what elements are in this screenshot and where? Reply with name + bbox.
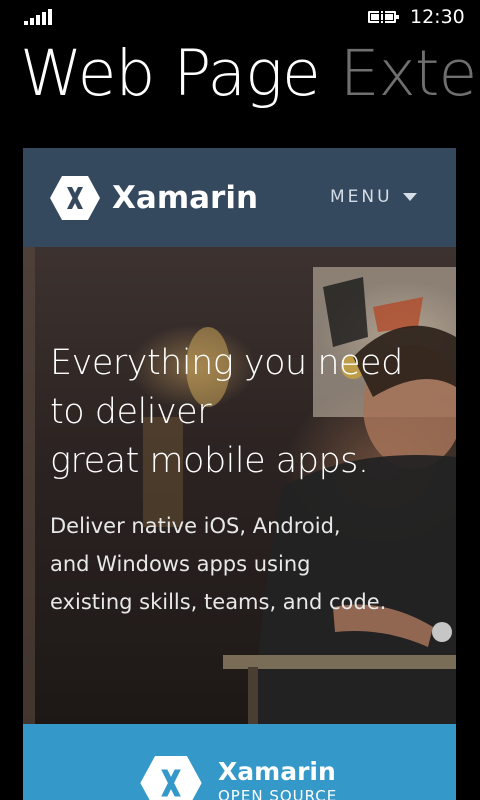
hero-title-line: Everything you need [50,343,403,383]
pivot-tab-web-page[interactable]: Web Page [20,36,321,112]
pivot-header: Web PageExtern [20,36,480,116]
phone-screen: 12:30 Web PageExtern Xamarin MENU [0,0,480,800]
menu-label: MENU [330,187,393,207]
hero-subtitle-line: and Windows apps using [50,552,311,576]
status-clock: 12:30 [410,6,465,28]
open-source-label: OPEN SOURCE [218,787,338,800]
pivot-tab-external[interactable]: Extern [340,36,480,112]
xamarin-hexagon-icon [50,176,100,220]
hero-subtitle-line: Deliver native iOS, Android, [50,514,341,538]
menu-button[interactable]: MENU [330,186,417,208]
hero-title: Everything you need to deliver great mob… [50,339,450,486]
site-header: Xamarin MENU [23,148,456,247]
open-source-brand: Xamarin [218,757,336,786]
web-page-view[interactable]: Xamarin MENU Everything you need to deli… [23,148,456,800]
status-bar: 12:30 [0,0,480,32]
hero-title-line: to deliver [50,392,212,432]
signal-strength-icon [24,7,54,25]
xamarin-hexagon-icon [140,756,202,800]
hero-banner: Everything you need to deliver great mob… [23,247,456,724]
hero-title-line: great mobile apps. [50,441,369,481]
battery-charging-icon [368,9,402,25]
hero-subtitle: Deliver native iOS, Android, and Windows… [50,507,450,621]
hero-subtitle-line: existing skills, teams, and code. [50,590,387,614]
caret-down-icon [402,193,417,201]
brand-name: Xamarin [112,180,259,216]
open-source-banner[interactable]: Xamarin OPEN SOURCE [23,724,456,800]
xamarin-logo[interactable]: Xamarin [50,175,258,221]
